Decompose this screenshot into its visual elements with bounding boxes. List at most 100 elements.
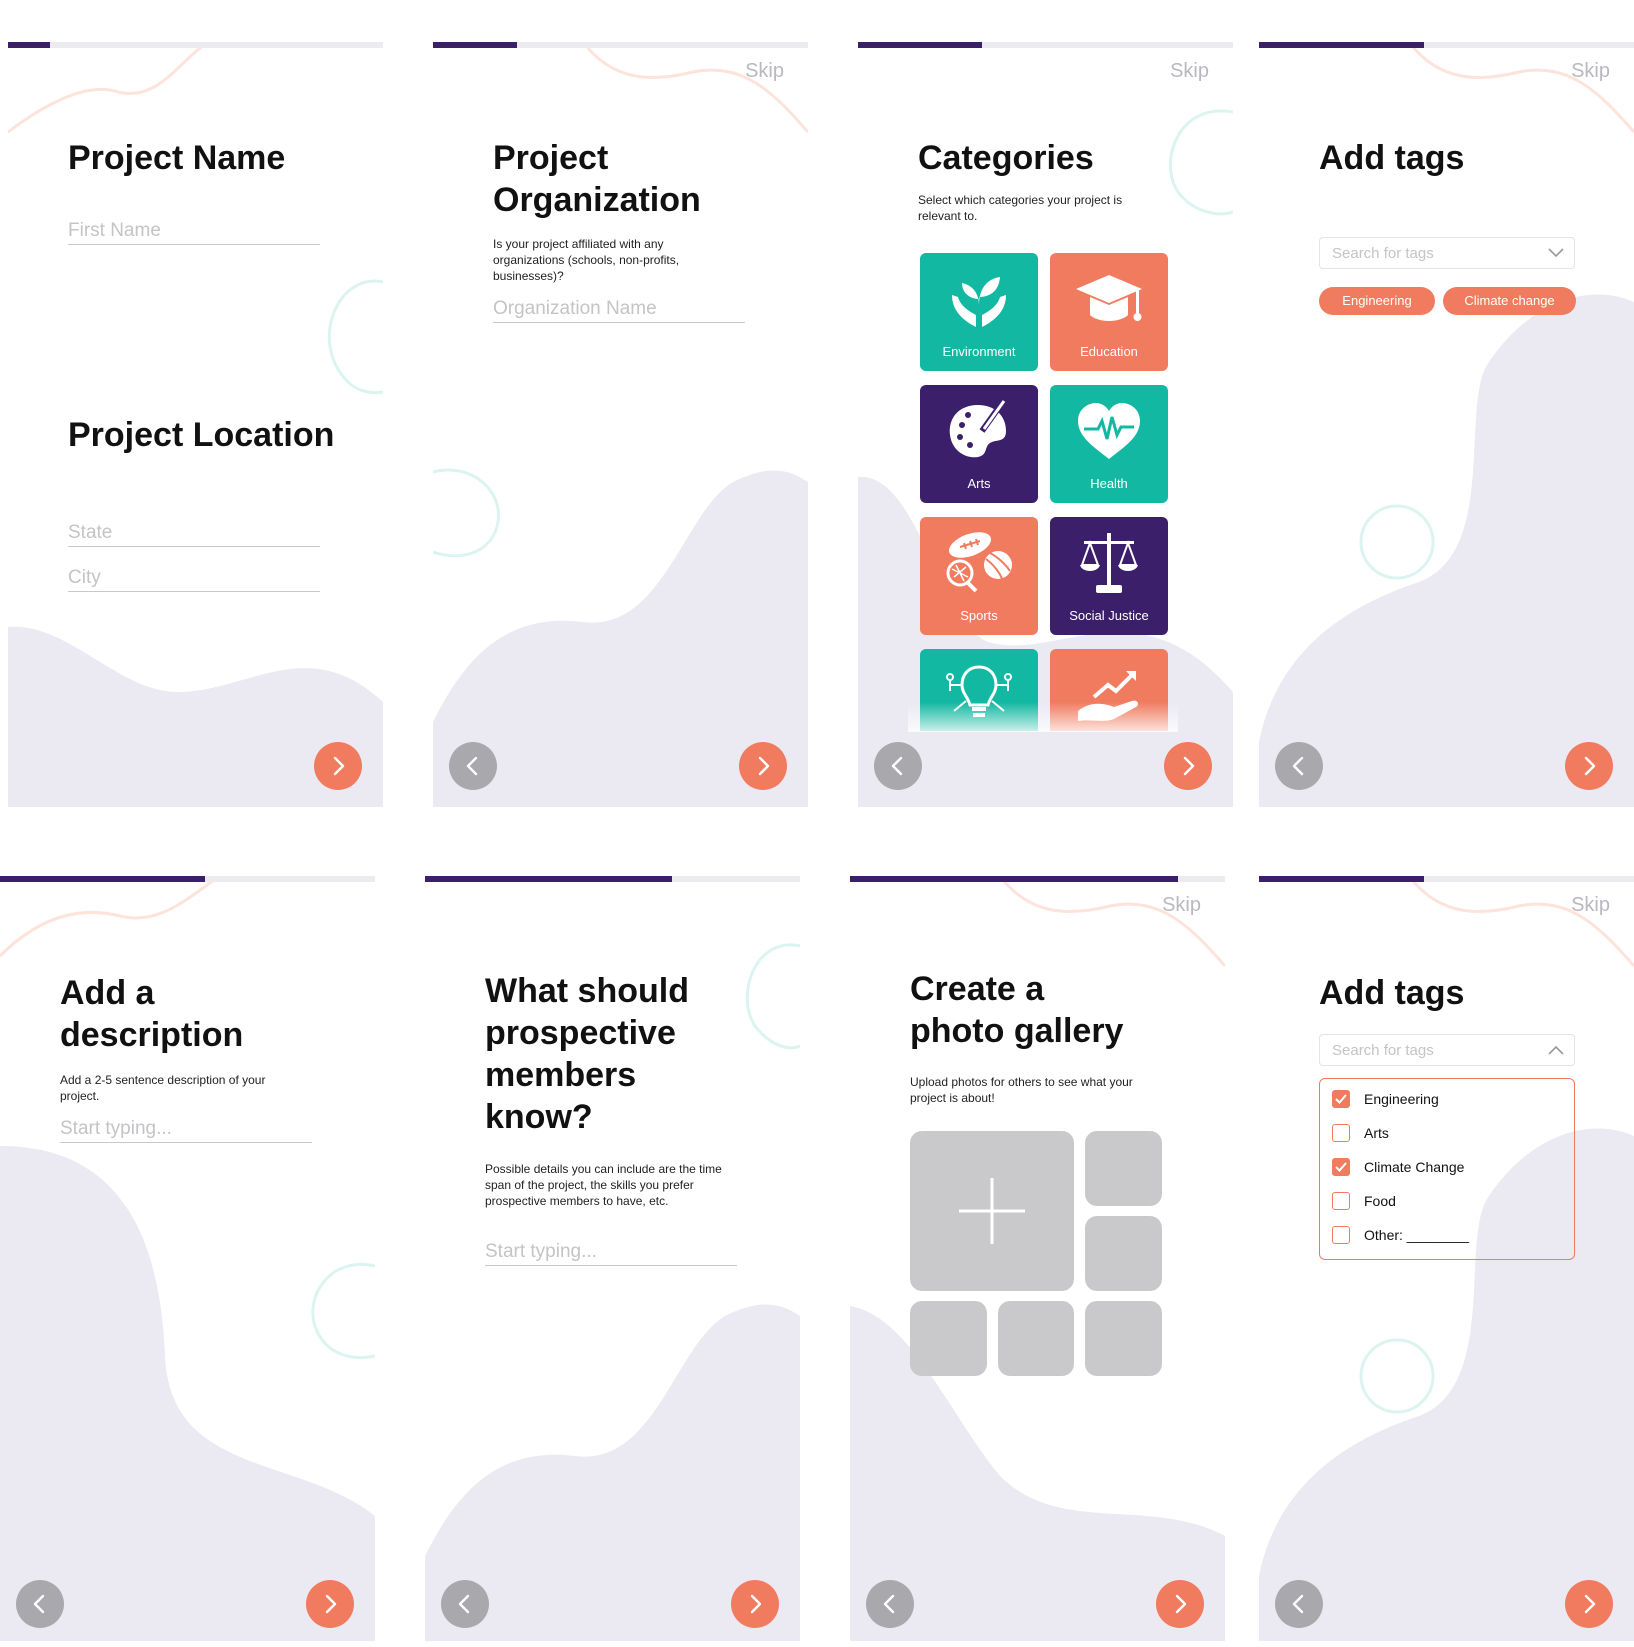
category-tile-arts[interactable]: Arts xyxy=(920,385,1038,503)
category-label: Social Justice xyxy=(1069,608,1149,623)
heartbeat-icon xyxy=(1078,403,1140,459)
skip-link[interactable]: Skip xyxy=(1170,60,1209,83)
tag-search-input[interactable]: Search for tags xyxy=(1319,1034,1575,1066)
page-title: Project Organization xyxy=(493,139,701,219)
progress-bar xyxy=(858,42,1233,48)
next-button[interactable] xyxy=(306,1580,354,1628)
checkmark-icon xyxy=(1335,1094,1347,1104)
next-button[interactable] xyxy=(1565,1580,1613,1628)
screen-add-tags: Skip Add tags Search for tags Engineerin… xyxy=(1259,42,1634,807)
tag-option-other[interactable]: Other: ________ xyxy=(1332,1225,1469,1245)
category-tile-environment[interactable]: Environment xyxy=(920,253,1038,371)
tag-option-climate-change[interactable]: Climate Change xyxy=(1332,1157,1464,1177)
progress-fill xyxy=(858,42,982,48)
photo-slot[interactable] xyxy=(1085,1131,1162,1206)
chevron-down-icon xyxy=(1548,248,1564,258)
page-subtitle: Possible details you can include are the… xyxy=(485,1162,722,1208)
photo-slot[interactable] xyxy=(1085,1301,1162,1376)
progress-fill xyxy=(1259,42,1424,48)
next-button[interactable] xyxy=(1156,1580,1204,1628)
chevron-right-icon xyxy=(1176,754,1200,778)
chevron-right-icon xyxy=(743,1592,767,1616)
sports-balls-icon xyxy=(946,532,1012,593)
next-button[interactable] xyxy=(1565,742,1613,790)
page-subtitle: Add a 2-5 sentence description of your p… xyxy=(60,1073,266,1103)
photo-slot[interactable] xyxy=(910,1301,987,1376)
chevron-right-icon xyxy=(1577,1592,1601,1616)
checkmark-icon xyxy=(1335,1162,1347,1172)
tag-chip-engineering[interactable]: Engineering xyxy=(1319,287,1435,315)
screen-member-info: What should prospective members know? Po… xyxy=(425,876,800,1647)
photo-slot[interactable] xyxy=(998,1301,1074,1376)
progress-fill xyxy=(8,42,50,48)
scroll-fade xyxy=(908,702,1178,732)
next-button[interactable] xyxy=(1164,742,1212,790)
section-title: Project Location xyxy=(68,416,335,454)
tag-chip-climate-change[interactable]: Climate change xyxy=(1443,287,1576,315)
option-label[interactable]: Other: ________ xyxy=(1364,1227,1469,1243)
chevron-left-icon xyxy=(1287,1592,1311,1616)
category-label: Health xyxy=(1090,476,1128,491)
next-button[interactable] xyxy=(739,742,787,790)
back-button[interactable] xyxy=(1275,1580,1323,1628)
screen-photo-gallery: Skip Create a photo gallery Upload photo… xyxy=(850,876,1225,1647)
back-button[interactable] xyxy=(441,1580,489,1628)
state-input[interactable]: State xyxy=(68,522,320,547)
search-placeholder: Search for tags xyxy=(1332,245,1434,262)
checkbox[interactable] xyxy=(1332,1192,1350,1210)
page-title: Add tags xyxy=(1319,974,1465,1012)
page-subtitle: Select which categories your project is … xyxy=(918,193,1123,223)
category-tile-sports[interactable]: Sports xyxy=(920,517,1038,635)
chevron-right-icon xyxy=(1168,1592,1192,1616)
progress-fill xyxy=(433,42,517,48)
graduation-cap-icon xyxy=(1076,275,1142,321)
chevron-right-icon xyxy=(326,754,350,778)
tag-option-arts[interactable]: Arts xyxy=(1332,1123,1389,1143)
chevron-right-icon xyxy=(751,754,775,778)
back-button[interactable] xyxy=(16,1580,64,1628)
back-button[interactable] xyxy=(866,1580,914,1628)
skip-link[interactable]: Skip xyxy=(745,60,784,83)
checkbox-checked[interactable] xyxy=(1332,1158,1350,1176)
checkbox-checked[interactable] xyxy=(1332,1090,1350,1108)
back-button[interactable] xyxy=(874,742,922,790)
search-placeholder: Search for tags xyxy=(1332,1042,1434,1059)
next-button[interactable] xyxy=(314,742,362,790)
plant-hands-icon xyxy=(952,277,1006,327)
progress-bar xyxy=(425,876,800,882)
scales-icon xyxy=(1080,533,1138,593)
photo-slot[interactable] xyxy=(1085,1216,1162,1291)
page-subtitle: Upload photos for others to see what you… xyxy=(910,1075,1133,1105)
screen-categories: Skip Categories Select which categories … xyxy=(858,42,1233,807)
screen-add-tags-expanded: Skip Add tags Search for tags Engineerin… xyxy=(1259,876,1634,1647)
option-label: Engineering xyxy=(1364,1091,1439,1107)
palette-icon xyxy=(949,400,1006,458)
progress-bar xyxy=(1259,876,1634,882)
progress-fill xyxy=(425,876,672,882)
category-tile-education[interactable]: Education xyxy=(1050,253,1168,371)
add-photo-button[interactable] xyxy=(910,1131,1074,1291)
checkbox[interactable] xyxy=(1332,1124,1350,1142)
tag-dropdown-list: Engineering Arts Climate Change Food Oth… xyxy=(1319,1078,1575,1260)
city-input[interactable]: City xyxy=(68,567,320,592)
skip-link[interactable]: Skip xyxy=(1571,894,1610,917)
screen-project-organization: Skip Project Organization Is your projec… xyxy=(433,42,808,807)
tag-option-food[interactable]: Food xyxy=(1332,1191,1396,1211)
checkbox[interactable] xyxy=(1332,1226,1350,1244)
category-tile-health[interactable]: Health xyxy=(1050,385,1168,503)
option-label: Climate Change xyxy=(1364,1159,1465,1175)
organization-name-input[interactable]: Organization Name xyxy=(493,298,745,323)
first-name-input[interactable]: First Name xyxy=(68,220,320,245)
next-button[interactable] xyxy=(731,1580,779,1628)
progress-bar xyxy=(850,876,1225,882)
back-button[interactable] xyxy=(1275,742,1323,790)
tag-search-input[interactable]: Search for tags xyxy=(1319,237,1575,269)
progress-bar xyxy=(0,876,375,882)
description-input[interactable]: Start typing... xyxy=(60,1118,312,1143)
category-tile-social-justice[interactable]: Social Justice xyxy=(1050,517,1168,635)
skip-link[interactable]: Skip xyxy=(1162,894,1201,917)
tag-option-engineering[interactable]: Engineering xyxy=(1332,1089,1439,1109)
member-info-input[interactable]: Start typing... xyxy=(485,1241,737,1266)
back-button[interactable] xyxy=(449,742,497,790)
skip-link[interactable]: Skip xyxy=(1571,60,1610,83)
